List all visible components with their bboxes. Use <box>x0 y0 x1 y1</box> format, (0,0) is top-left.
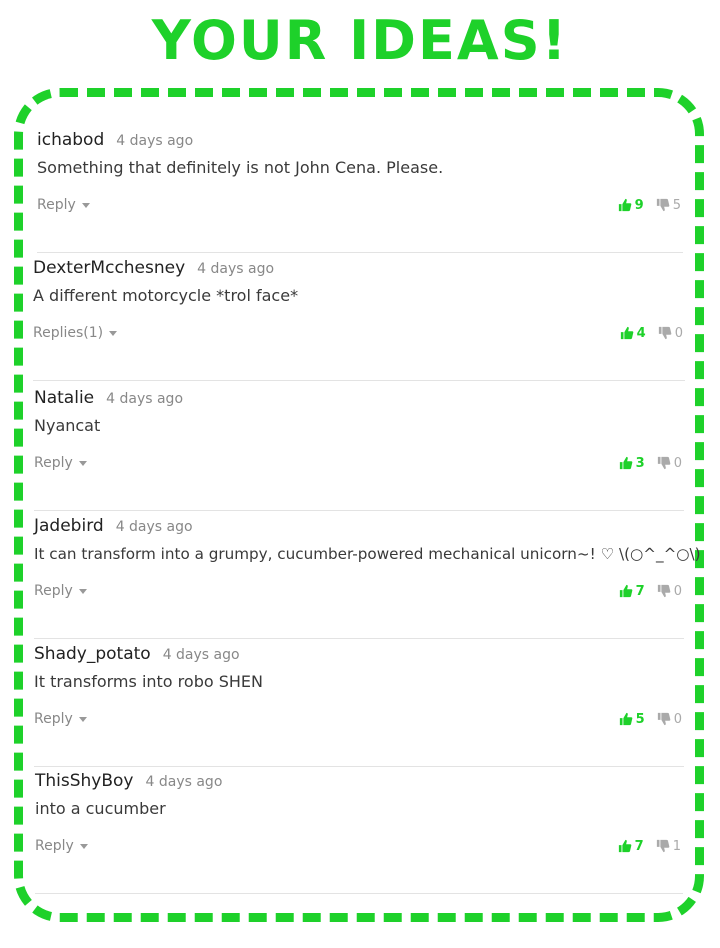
thumbs-down-icon <box>657 584 671 598</box>
caret-down-icon <box>78 716 87 722</box>
reply-button[interactable]: Reply <box>34 452 87 474</box>
reply-label: Reply <box>34 455 73 471</box>
upvote-count: 5 <box>635 711 645 727</box>
thumbs-down-icon <box>658 326 672 340</box>
downvote-count: 1 <box>672 838 681 854</box>
comment-item: ichabod 4 days ago Something that definit… <box>37 128 683 253</box>
vote-controls: 7 0 <box>619 581 682 601</box>
comment-item: Shady_potato 4 days ago It transforms int… <box>34 642 684 767</box>
comment-timestamp[interactable]: 4 days ago <box>146 774 223 790</box>
reply-label: Replies(1) <box>33 325 104 341</box>
comment-timestamp[interactable]: 4 days ago <box>116 133 193 149</box>
comment-item: Natalie 4 days ago Nyancat Reply 3 0 <box>34 386 684 511</box>
reply-label: Reply <box>35 838 74 854</box>
comment-author[interactable]: Jadebird <box>34 516 104 536</box>
vote-controls: 5 0 <box>619 709 682 729</box>
comment-author[interactable]: Shady_potato <box>34 644 151 664</box>
thumbs-up-icon <box>618 198 632 212</box>
thumbs-up-icon <box>619 712 633 726</box>
vote-controls: 9 5 <box>618 195 681 215</box>
reply-button[interactable]: Reply <box>34 580 87 602</box>
comment-text: It can transform into a grumpy, cucumber… <box>34 545 701 563</box>
downvote-button[interactable]: 1 <box>656 839 681 854</box>
thumbs-up-icon <box>619 584 633 598</box>
downvote-button[interactable]: 0 <box>657 456 682 471</box>
comment-author[interactable]: ichabod <box>37 130 104 150</box>
upvote-button[interactable]: 4 <box>620 326 646 341</box>
reply-button[interactable]: Reply <box>34 708 87 730</box>
comment-timestamp[interactable]: 4 days ago <box>197 261 274 277</box>
caret-down-icon <box>79 843 88 849</box>
downvote-count: 0 <box>673 711 682 727</box>
caret-down-icon <box>78 588 87 594</box>
comment-text: It transforms into robo SHEN <box>34 672 263 691</box>
downvote-button[interactable]: 5 <box>656 198 681 213</box>
vote-controls: 4 0 <box>620 323 683 343</box>
comment-timestamp[interactable]: 4 days ago <box>116 519 193 535</box>
thumbs-up-icon <box>619 456 633 470</box>
replies-button[interactable]: Replies(1) <box>33 322 118 344</box>
comment-text: Nyancat <box>34 416 101 435</box>
comment-item: ThisShyBoy 4 days ago into a cucumber Rep… <box>35 769 683 894</box>
upvote-count: 4 <box>636 325 646 341</box>
downvote-button[interactable]: 0 <box>657 712 682 727</box>
upvote-count: 3 <box>635 455 645 471</box>
upvote-count: 7 <box>635 583 645 599</box>
caret-down-icon <box>109 330 118 336</box>
upvote-button[interactable]: 3 <box>619 456 645 471</box>
reply-label: Reply <box>34 711 73 727</box>
reply-button[interactable]: Reply <box>35 835 88 857</box>
comment-timestamp[interactable]: 4 days ago <box>106 391 183 407</box>
reply-button[interactable]: Reply <box>37 194 90 216</box>
upvote-count: 9 <box>634 197 644 213</box>
reply-label: Reply <box>37 197 76 213</box>
comment-header: ichabod 4 days ago <box>37 128 193 152</box>
comment-item: DexterMcchesney 4 days ago A different mo… <box>33 256 685 381</box>
comment-item: Jadebird 4 days ago It can transform into… <box>34 514 701 639</box>
comment-text: A different motorcycle *trol face* <box>33 286 299 305</box>
caret-down-icon <box>81 202 90 208</box>
comment-author[interactable]: Natalie <box>34 388 94 408</box>
downvote-button[interactable]: 0 <box>657 584 682 599</box>
thumbs-up-icon <box>620 326 634 340</box>
comment-text: Something that definitely is not John Ce… <box>37 158 444 177</box>
comment-header: ThisShyBoy 4 days ago <box>35 769 222 793</box>
upvote-button[interactable]: 7 <box>619 584 645 599</box>
comment-author[interactable]: ThisShyBoy <box>35 771 134 791</box>
downvote-count: 5 <box>672 197 681 213</box>
comment-text: into a cucumber <box>35 799 166 818</box>
downvote-count: 0 <box>673 583 682 599</box>
thumbs-down-icon <box>657 456 671 470</box>
upvote-button[interactable]: 5 <box>619 712 645 727</box>
upvote-button[interactable]: 9 <box>618 198 644 213</box>
vote-controls: 7 1 <box>618 836 681 856</box>
reply-label: Reply <box>34 583 73 599</box>
comment-header: Jadebird 4 days ago <box>34 514 193 538</box>
downvote-button[interactable]: 0 <box>658 326 683 341</box>
comment-author[interactable]: DexterMcchesney <box>33 258 185 278</box>
upvote-button[interactable]: 7 <box>618 839 644 854</box>
upvote-count: 7 <box>634 838 644 854</box>
downvote-count: 0 <box>674 325 683 341</box>
comment-timestamp[interactable]: 4 days ago <box>163 647 240 663</box>
thumbs-up-icon <box>618 839 632 853</box>
caret-down-icon <box>78 460 87 466</box>
comment-header: Shady_potato 4 days ago <box>34 642 240 666</box>
downvote-count: 0 <box>673 455 682 471</box>
thumbs-down-icon <box>657 712 671 726</box>
comment-header: DexterMcchesney 4 days ago <box>33 256 274 280</box>
comment-header: Natalie 4 days ago <box>34 386 183 410</box>
vote-controls: 3 0 <box>619 453 682 473</box>
thumbs-down-icon <box>656 839 670 853</box>
thumbs-down-icon <box>656 198 670 212</box>
page-title: YOUR IDEAS! <box>151 9 569 72</box>
